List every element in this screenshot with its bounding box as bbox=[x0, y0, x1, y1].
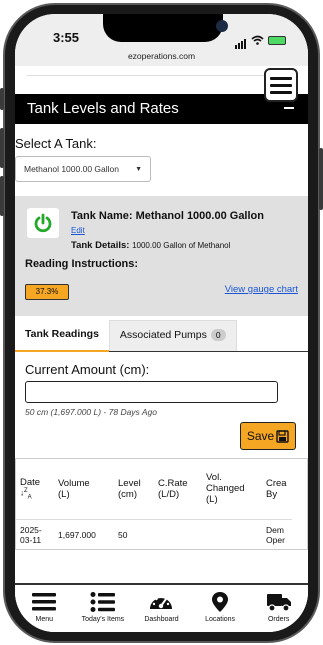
sort-icon[interactable]: ↓ZA bbox=[20, 488, 50, 500]
floppy-disk-icon bbox=[276, 429, 289, 443]
header-text: (L) bbox=[58, 488, 70, 500]
tab-associated-pumps[interactable]: Associated Pumps 0 bbox=[108, 320, 237, 351]
header-text: Crea bbox=[266, 477, 287, 489]
tank-name-value: Methanol 1000.00 Gallon bbox=[135, 210, 264, 222]
status-icons bbox=[235, 31, 286, 49]
bottom-navigation: Menu Today's Items Dashboard Locations O… bbox=[15, 583, 308, 632]
column-header-vol-changed[interactable]: Vol. Changed (L) bbox=[202, 459, 262, 520]
nav-label: Dashboard bbox=[144, 616, 179, 623]
power-icon bbox=[34, 213, 52, 233]
nav-todays-items[interactable]: Today's Items bbox=[75, 591, 131, 623]
reading-instructions-label: Reading Instructions: bbox=[25, 258, 139, 270]
column-header-volume[interactable]: Volume (L) bbox=[54, 459, 114, 520]
tank-details-label: Tank Details: bbox=[71, 240, 130, 251]
tank-details: Tank Details: 1000.00 Gallon of Methanol bbox=[71, 240, 230, 251]
nav-orders[interactable]: Orders bbox=[251, 591, 307, 623]
mute-switch bbox=[0, 88, 4, 110]
cell-date: 2025- 03-11 bbox=[16, 519, 54, 549]
wifi-icon bbox=[251, 35, 264, 45]
table-row[interactable]: 2025- 03-11 1,697.000 50 Dem Oper bbox=[16, 519, 292, 549]
camera bbox=[216, 20, 228, 32]
readings-table[interactable]: Date ↓ZA Volume (L) Level (cm) C.Rate (L… bbox=[15, 458, 308, 550]
header-text: Level bbox=[118, 477, 141, 489]
tank-select[interactable]: Methanol 1000.00 Gallon ▼ bbox=[15, 156, 151, 182]
notch bbox=[103, 14, 223, 42]
current-amount-label: Current Amount (cm): bbox=[25, 362, 150, 377]
nav-dashboard[interactable]: Dashboard bbox=[133, 591, 189, 623]
cell-text: 2025- bbox=[20, 525, 42, 536]
save-button[interactable]: Save bbox=[240, 422, 296, 450]
tab-tank-readings-label: Tank Readings bbox=[25, 328, 99, 340]
header-text: (L) bbox=[206, 494, 218, 506]
volume-up-button bbox=[0, 128, 4, 168]
menu-icon bbox=[32, 593, 57, 611]
list-icon bbox=[90, 592, 115, 612]
column-header-created-by[interactable]: Crea By bbox=[262, 459, 292, 520]
battery-icon bbox=[268, 35, 286, 45]
current-amount-input[interactable] bbox=[25, 381, 278, 403]
tank-select-value: Methanol 1000.00 Gallon bbox=[24, 164, 119, 174]
nav-label: Orders bbox=[267, 616, 290, 623]
header-text: Volume bbox=[58, 477, 90, 489]
header-text: Vol. bbox=[206, 472, 222, 484]
scroll-edge bbox=[27, 66, 296, 76]
pumps-count-badge: 0 bbox=[210, 329, 226, 341]
header-text: (cm) bbox=[118, 488, 137, 500]
power-side-button bbox=[319, 148, 323, 210]
nav-menu[interactable]: Menu bbox=[16, 591, 72, 623]
nav-label: Locations bbox=[205, 616, 236, 623]
tab-associated-pumps-label: Associated Pumps bbox=[119, 329, 207, 341]
signal-icon bbox=[235, 31, 247, 49]
page-content[interactable]: Tank Levels and Rates Select A Tank: Met… bbox=[15, 66, 308, 583]
cell-volume: 1,697.000 bbox=[58, 530, 96, 541]
tank-name: Tank Name: Methanol 1000.00 Gallon bbox=[71, 210, 264, 222]
cell-text: Dem bbox=[266, 525, 284, 536]
status-bar: 3:55 ezoperations.com bbox=[15, 14, 308, 66]
edit-tank-link[interactable]: Edit bbox=[71, 226, 85, 235]
hamburger-menu-button[interactable] bbox=[264, 68, 298, 102]
cell-level: 50 bbox=[118, 530, 128, 541]
nav-label: Today's Items bbox=[81, 616, 125, 623]
cell-created-by: Dem Oper bbox=[262, 519, 292, 549]
page-title: Tank Levels and Rates bbox=[27, 100, 179, 117]
select-tank-label: Select A Tank: bbox=[15, 136, 97, 151]
header-text: Changed bbox=[206, 483, 245, 495]
nav-label: Menu bbox=[35, 616, 54, 623]
dashboard-gauge-icon bbox=[150, 595, 173, 609]
save-button-label: Save bbox=[246, 429, 275, 443]
current-amount-hint: 50 cm (1,697.000 L) - 78 Days Ago bbox=[25, 407, 157, 417]
cell-changed bbox=[202, 519, 262, 549]
column-header-level[interactable]: Level (cm) bbox=[114, 459, 154, 520]
column-header-rate[interactable]: C.Rate (L/D) bbox=[154, 459, 202, 520]
table-header-row: Date ↓ZA Volume (L) Level (cm) C.Rate (L… bbox=[16, 459, 292, 520]
collapse-icon[interactable] bbox=[284, 107, 294, 109]
status-time: 3:55 bbox=[53, 30, 80, 45]
tank-info-card: Tank Name: Methanol 1000.00 Gallon Edit … bbox=[15, 196, 308, 316]
cell-text: Oper bbox=[266, 535, 285, 546]
column-header-date[interactable]: Date ↓ZA bbox=[16, 459, 54, 520]
view-gauge-chart-link[interactable]: View gauge chart bbox=[225, 284, 298, 295]
tab-bar: Tank Readings Associated Pumps 0 bbox=[15, 320, 308, 352]
tank-details-value: 1000.00 Gallon of Methanol bbox=[132, 241, 231, 250]
cell-rate bbox=[154, 519, 202, 549]
volume-down-button bbox=[0, 176, 4, 216]
map-pin-icon bbox=[212, 592, 229, 612]
header-text: By bbox=[266, 488, 278, 500]
tab-tank-readings[interactable]: Tank Readings bbox=[15, 328, 109, 352]
nav-locations[interactable]: Locations bbox=[192, 591, 248, 623]
header-text: Date bbox=[20, 477, 41, 489]
header-text: (L/D) bbox=[158, 488, 180, 500]
truck-icon bbox=[266, 594, 291, 612]
tank-name-label: Tank Name: bbox=[71, 210, 133, 222]
phone-screen: 3:55 ezoperations.com Tank Levels and Ra… bbox=[15, 14, 308, 632]
header-text: C.Rate bbox=[158, 477, 188, 489]
caret-down-icon: ▼ bbox=[135, 165, 142, 173]
tank-level-badge: 37.3% bbox=[25, 284, 69, 300]
cell-text: 03-11 bbox=[20, 535, 42, 546]
url-bar[interactable]: ezoperations.com bbox=[15, 51, 308, 61]
tank-status-indicator bbox=[27, 208, 59, 238]
